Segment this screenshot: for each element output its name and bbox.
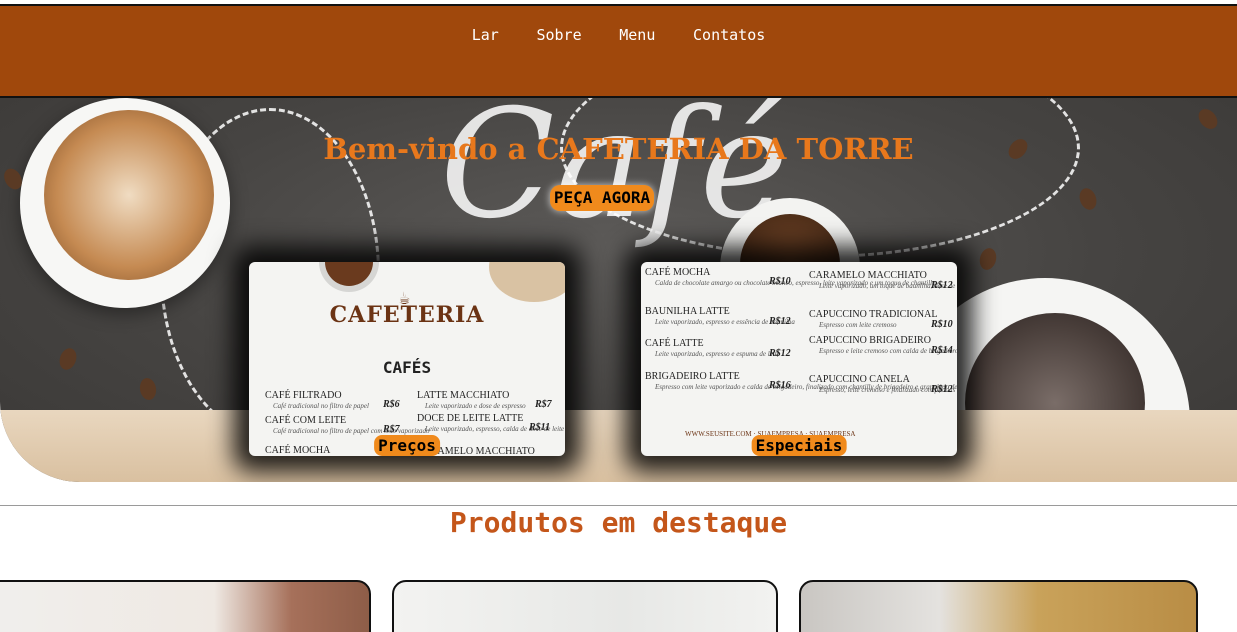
menu-item-price: R$11 [529, 422, 551, 433]
menu-item-desc: Café tradicional no filtro de papel [273, 402, 369, 410]
coffee-bean-icon [1194, 105, 1222, 133]
menu-card-prices[interactable]: ☕ CAFETERIA CAFÉS CAFÉ FILTRADO Café tra… [249, 262, 565, 456]
prices-label[interactable]: Preços [374, 435, 440, 456]
product-card[interactable] [392, 580, 778, 632]
menu-card-specials[interactable]: CAFÉ MOCHA Calda de chocolate amargo ou … [641, 262, 957, 456]
menu-item-price: R$10 [769, 276, 791, 287]
menu-item-desc: Café tradicional no filtro de papel com … [273, 427, 430, 435]
coffee-bean-icon [1076, 185, 1100, 213]
product-card[interactable] [799, 580, 1198, 632]
coffee-bean-icon [138, 376, 158, 402]
coffee-bean-icon [56, 345, 80, 373]
menu-item-name: BRIGADEIRO LATTE [645, 371, 740, 382]
menu-item-name: BAUNILHA LATTE [645, 306, 730, 317]
menu-item-price: R$14 [931, 345, 953, 356]
menu-item-price: R$7 [383, 424, 400, 435]
nav-link-sobre[interactable]: Sobre [536, 26, 581, 44]
menu-item-name: LATTE MACCHIATO [417, 390, 510, 401]
featured-products-title: Produtos em destaque [449, 506, 788, 539]
menu-item-name: CAPUCCINO TRADICIONAL [809, 309, 938, 320]
nav-link-contatos[interactable]: Contatos [693, 26, 765, 44]
coffee-bean-icon [977, 246, 999, 272]
menu-item-price: R$12 [931, 280, 953, 291]
menu-item-price: R$12 [931, 384, 953, 395]
menu-item-price: R$16 [769, 380, 791, 391]
product-card[interactable] [0, 580, 371, 632]
menu-item-name: CAFÉ COM LEITE [265, 415, 347, 426]
nav-link-lar[interactable]: Lar [472, 26, 499, 44]
menu-item-name: DOCE DE LEITE LATTE [417, 413, 524, 424]
menu-item-price: R$12 [769, 348, 791, 359]
menu-item-price: R$7 [535, 399, 552, 410]
menu-item-name: CAFÉ MOCHA [645, 267, 711, 278]
hero-title: Bem-vindo a CAFETERIA DA TORRE [323, 132, 914, 166]
wooden-shelf [0, 410, 1237, 482]
specials-label[interactable]: Especiais [751, 435, 847, 456]
menu-item-price: R$10 [931, 319, 953, 330]
nav-links: Lar Sobre Menu Contatos [0, 25, 1237, 44]
menu-item-name: CARAMELO MACCHIATO [809, 270, 927, 281]
menu-item-name: CAFÉ MOCHA [265, 445, 331, 456]
menu-item-price: R$12 [769, 316, 791, 327]
latte-image [489, 262, 565, 302]
nav-link-menu[interactable]: Menu [619, 26, 655, 44]
menu-item-price: R$6 [383, 399, 400, 410]
menu-item-name: CAFÉ FILTRADO [265, 390, 342, 401]
menu-item-desc: Leite vaporizado, espresso e espuma de l… [655, 350, 780, 358]
menu-item-name: CAPUCCINO CANELA [809, 374, 910, 385]
menu-item-name: CAPUCCINO BRIGADEIRO [809, 335, 931, 346]
menu-item-desc: Leite vaporizado e dose de espresso [425, 402, 526, 410]
menu-section-title: CAFÉS [382, 358, 432, 377]
navbar: Lar Sobre Menu Contatos [0, 6, 1237, 97]
menu-item-desc: Espresso com leite cremoso [819, 321, 897, 329]
hero-banner: Café Bem-vindo a CAFETERIA DA TORRE PEÇA… [0, 98, 1237, 482]
order-now-button[interactable]: PEÇA AGORA [550, 185, 654, 211]
menu-item-name: CAFÉ LATTE [645, 338, 704, 349]
menu-brand: CAFETERIA [329, 302, 485, 328]
